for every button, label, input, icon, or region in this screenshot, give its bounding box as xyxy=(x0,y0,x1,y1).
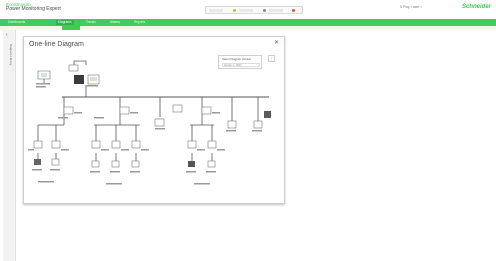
one-line-diagram-panel: One-line Diagram ✕ Select Diagram Versio… xyxy=(23,36,285,204)
status-dot-warning xyxy=(233,9,236,12)
devices xyxy=(33,64,271,168)
status-dot-alarm xyxy=(292,9,295,12)
sidebar-label[interactable]: Diagram Library xyxy=(5,44,13,74)
utility-meter-screen xyxy=(41,73,47,77)
sidebar: ‹ Diagram Library xyxy=(3,30,16,261)
transformer[interactable] xyxy=(74,75,84,84)
toolbar-segment-2[interactable] xyxy=(239,9,253,12)
sub-meter-4[interactable] xyxy=(111,140,121,149)
nav-item-4[interactable]: Alarms xyxy=(108,20,122,25)
schneider-logo: Schneider xyxy=(462,4,492,10)
sub-meter-1[interactable] xyxy=(33,140,43,149)
feeder-meter-3[interactable] xyxy=(154,118,165,127)
diagram-canvas xyxy=(28,60,271,185)
main-nav: Dashboards Diagrams Trends Alarms Report… xyxy=(0,19,496,26)
load-4[interactable] xyxy=(111,160,120,168)
load-5[interactable] xyxy=(131,160,140,168)
app-window: EcoStruxure Power Monitoring Expert S Ro… xyxy=(0,0,496,261)
sub-meter-6[interactable] xyxy=(187,140,197,149)
feeder-meter-1[interactable] xyxy=(63,106,74,115)
toolbar-segment-3[interactable] xyxy=(269,9,283,12)
load-7[interactable] xyxy=(207,160,216,168)
sub-nav-active[interactable] xyxy=(62,26,80,30)
feeder-device-8[interactable] xyxy=(264,111,271,118)
feeder-meter-5[interactable] xyxy=(201,106,212,115)
collapse-icon[interactable]: ‹ xyxy=(6,33,13,38)
toolbar-group[interactable] xyxy=(205,6,303,14)
feeder-meter-7[interactable] xyxy=(253,120,263,129)
sub-meter-5[interactable] xyxy=(131,140,141,149)
nav-item-1[interactable]: Dashboards xyxy=(6,20,27,25)
user-menu[interactable]: S Roy • user • xyxy=(400,5,422,9)
sub-nav xyxy=(0,26,496,30)
top-header: EcoStruxure Power Monitoring Expert S Ro… xyxy=(0,0,496,20)
sub-meter-2[interactable] xyxy=(51,140,61,149)
feeder-meter-4[interactable] xyxy=(172,104,183,113)
nav-item-5[interactable]: Reports xyxy=(132,20,147,25)
load-6[interactable] xyxy=(188,161,195,167)
load-2[interactable] xyxy=(51,158,60,166)
illegible-labels xyxy=(28,83,262,185)
toolbar-segment-1[interactable] xyxy=(209,9,223,12)
brand-bottom: Power Monitoring Expert xyxy=(6,6,61,12)
sub-meter-7[interactable] xyxy=(207,140,217,149)
feeder-meter-2[interactable] xyxy=(119,106,130,115)
nav-item-2[interactable]: Diagrams xyxy=(56,20,74,25)
sub-meter-3[interactable] xyxy=(91,140,101,149)
load-1[interactable] xyxy=(34,159,41,165)
load-3[interactable] xyxy=(91,160,100,168)
status-dot-neutral xyxy=(263,9,266,12)
main-breaker[interactable] xyxy=(68,64,79,72)
nav-item-3[interactable]: Trends xyxy=(84,20,98,25)
brand: EcoStruxure Power Monitoring Expert xyxy=(6,2,61,12)
main-meter-screen xyxy=(90,77,97,81)
feeder-meter-6[interactable] xyxy=(227,120,237,129)
